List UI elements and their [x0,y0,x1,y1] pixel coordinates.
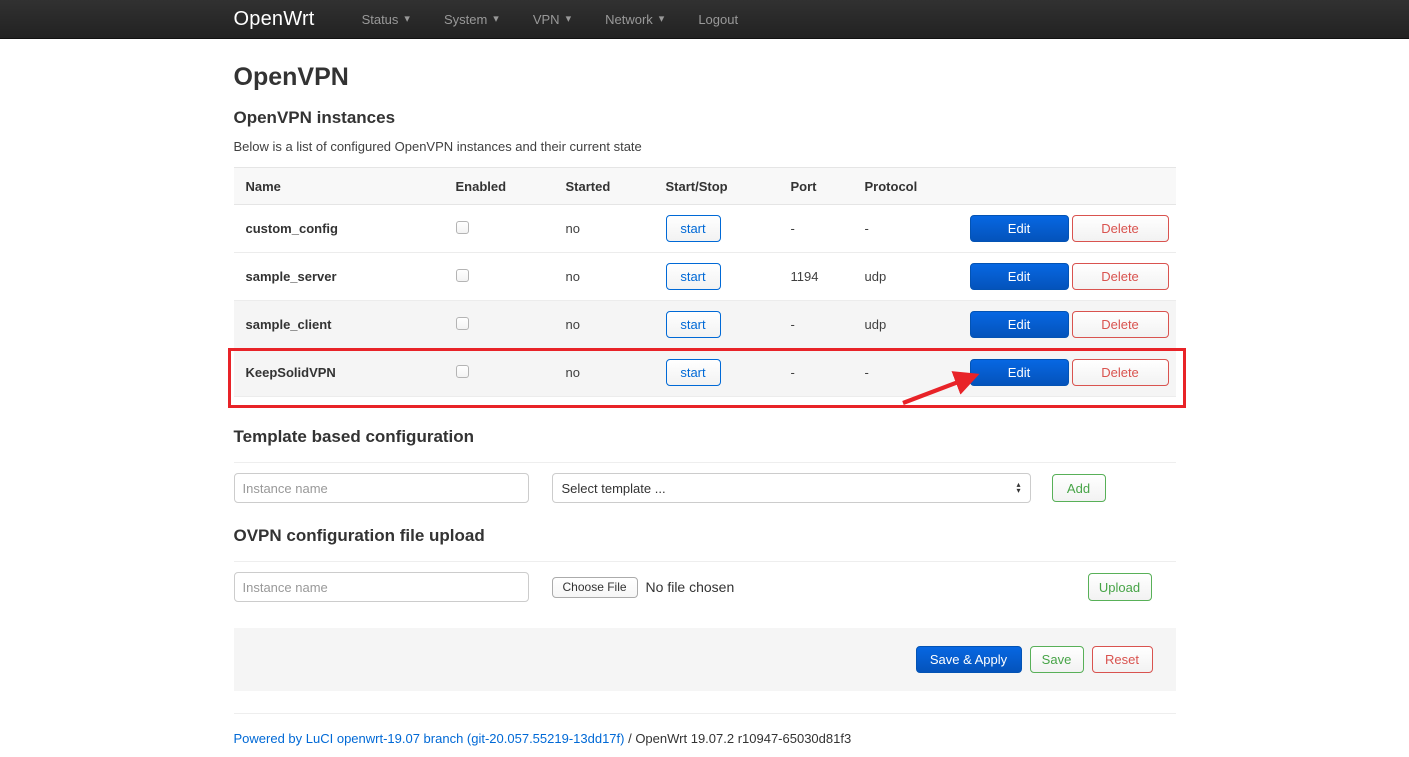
table-header-row: Name Enabled Started Start/Stop Port Pro… [234,167,1176,205]
chevron-down-icon: ▾ [404,14,410,25]
table-row-sample-client: sample_client no start - udp Edit Delete [234,301,1176,349]
chevron-down-icon: ▾ [493,14,499,25]
nav-item-logout-label: Logout [698,12,738,27]
action-bar: Save & Apply Save Reset [234,628,1176,691]
delete-button[interactable]: Delete [1072,311,1169,338]
footer-divider [234,713,1176,714]
port-value: 1194 [779,269,853,284]
file-status-text: No file chosen [646,579,735,595]
edit-button[interactable]: Edit [970,311,1069,338]
col-header-started: Started [554,179,654,194]
chevron-down-icon: ▾ [566,14,572,25]
protocol-value: - [853,221,958,236]
protocol-value: udp [853,269,958,284]
col-header-protocol: Protocol [853,179,958,194]
upload-button[interactable]: Upload [1088,573,1152,601]
delete-button[interactable]: Delete [1072,263,1169,290]
nav-item-logout[interactable]: Logout [681,0,755,38]
table-row-custom-config: custom_config no start - - Edit Delete [234,205,1176,253]
nav-item-vpn[interactable]: VPN ▾ [516,0,588,38]
instance-name: sample_client [234,317,444,332]
protocol-value: - [853,365,958,380]
openwrt-brand[interactable]: OpenWrt [234,8,315,31]
template-instance-name-input[interactable] [234,473,529,503]
col-header-name: Name [234,179,444,194]
save-apply-button[interactable]: Save & Apply [916,646,1022,673]
luci-footer-link[interactable]: Powered by LuCI openwrt-19.07 branch (gi… [234,731,625,746]
nav-item-status[interactable]: Status ▾ [345,0,427,38]
instances-table: Name Enabled Started Start/Stop Port Pro… [234,167,1176,397]
nav-menu: Status ▾ System ▾ VPN ▾ Network ▾ Logout [345,0,756,38]
enabled-checkbox[interactable] [456,365,469,378]
edit-button[interactable]: Edit [970,215,1069,242]
started-value: no [554,365,654,380]
table-row-keepsolidvpn: KeepSolidVPN no start - - Edit Delete [234,349,1176,397]
port-value: - [779,221,853,236]
table-row-sample-server: sample_server no start 1194 udp Edit Del… [234,253,1176,301]
started-value: no [554,221,654,236]
divider [234,561,1176,562]
started-value: no [554,317,654,332]
save-button[interactable]: Save [1030,646,1084,673]
start-button[interactable]: start [666,263,721,290]
page-title: OpenVPN [234,63,1176,92]
port-value: - [779,365,853,380]
instances-description: Below is a list of configured OpenVPN in… [234,139,1176,154]
start-button[interactable]: start [666,359,721,386]
edit-button[interactable]: Edit [970,263,1069,290]
footer: Powered by LuCI openwrt-19.07 branch (gi… [234,731,1176,746]
nav-item-vpn-label: VPN [533,12,560,27]
reset-button[interactable]: Reset [1092,646,1153,673]
col-header-port: Port [779,179,853,194]
footer-version-text: / OpenWrt 19.07.2 r10947-65030d81f3 [624,731,851,746]
enabled-checkbox[interactable] [456,269,469,282]
divider [234,462,1176,463]
col-header-startstop: Start/Stop [654,179,779,194]
upload-instance-name-input[interactable] [234,572,529,602]
delete-button[interactable]: Delete [1072,359,1169,386]
delete-button[interactable]: Delete [1072,215,1169,242]
instance-name: sample_server [234,269,444,284]
add-button[interactable]: Add [1052,474,1106,502]
edit-button[interactable]: Edit [970,359,1069,386]
nav-item-network-label: Network [605,12,653,27]
start-button[interactable]: start [666,215,721,242]
top-navbar: OpenWrt Status ▾ System ▾ VPN ▾ Network … [0,0,1409,39]
template-select[interactable]: Select template ... ▴▾ [552,473,1031,503]
instances-heading: OpenVPN instances [234,108,1176,128]
port-value: - [779,317,853,332]
choose-file-button[interactable]: Choose File [552,577,638,598]
enabled-checkbox[interactable] [456,221,469,234]
start-button[interactable]: start [666,311,721,338]
nav-item-status-label: Status [362,12,399,27]
col-header-enabled: Enabled [444,179,554,194]
instance-name: KeepSolidVPN [234,365,444,380]
template-select-value: Select template ... [562,481,666,496]
protocol-value: udp [853,317,958,332]
upload-section-heading: OVPN configuration file upload [234,526,1176,546]
nav-item-system[interactable]: System ▾ [427,0,516,38]
template-section-heading: Template based configuration [234,427,1176,447]
nav-item-system-label: System [444,12,487,27]
nav-item-network[interactable]: Network ▾ [588,0,681,38]
enabled-checkbox[interactable] [456,317,469,330]
select-arrows-icon: ▴▾ [1016,482,1020,494]
chevron-down-icon: ▾ [659,14,665,25]
instance-name: custom_config [234,221,444,236]
started-value: no [554,269,654,284]
